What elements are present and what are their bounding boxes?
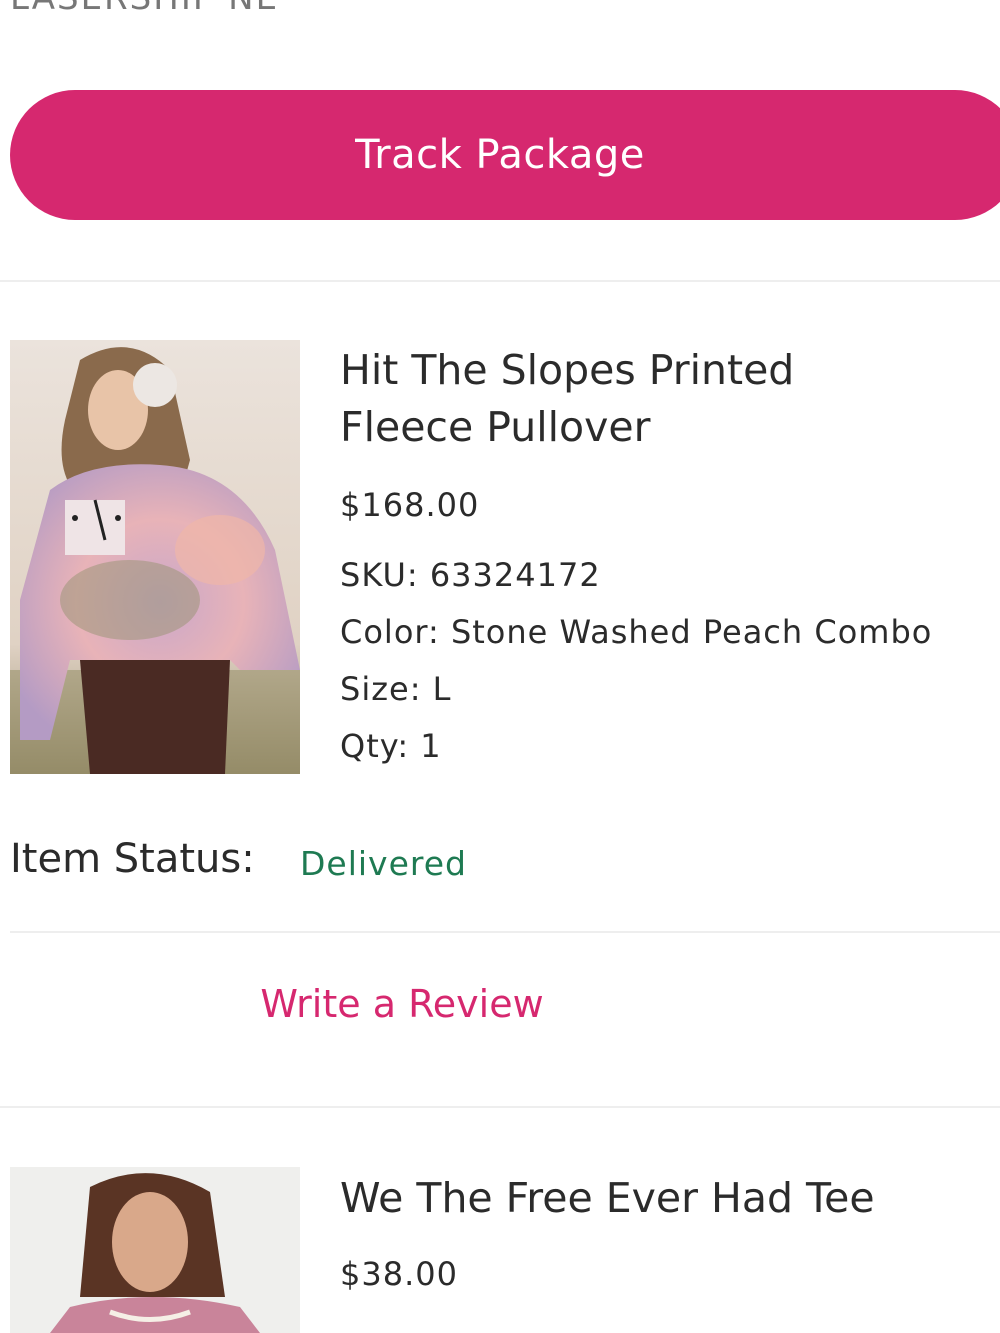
qty-value: 1 [420,727,442,765]
product-price: $168.00 [340,486,480,524]
product-quantity: Qty: 1 [340,727,442,765]
product-title[interactable]: Hit The Slopes Printed Fleece Pullover [340,342,980,456]
section-divider [0,280,1000,282]
product-image-fleece-pullover[interactable] [10,340,300,774]
section-divider [0,1106,1000,1108]
product-title-line[interactable]: Fleece Pullover [340,399,980,456]
item-divider [10,931,1000,933]
product-image-tee[interactable] [10,1167,300,1333]
product-sku: SKU: 63324172 [340,556,601,594]
product-size: Size: L [340,670,451,708]
write-review-link[interactable]: Write a Review [0,982,1000,1026]
sku-value: 63324172 [429,556,601,594]
write-review-label[interactable]: Write a Review [260,982,543,1026]
carrier-name: LASERSHIP NE [10,0,279,18]
product-title-line[interactable]: Hit The Slopes Printed [340,342,980,399]
color-label: Color: [340,613,440,651]
color-value: Stone Washed Peach Combo [450,613,933,651]
item-status-value: Delivered [300,844,467,883]
product-color: Color: Stone Washed Peach Combo [340,613,932,651]
size-label: Size: [340,670,422,708]
size-value: L [432,670,452,708]
product-title[interactable]: We The Free Ever Had Tee [340,1170,980,1227]
product-price: $38.00 [340,1255,458,1293]
qty-label: Qty: [340,727,410,765]
item-status-label: Item Status: [10,836,255,882]
track-package-button[interactable]: Track Package [10,90,1000,220]
sku-label: SKU: [340,556,419,594]
